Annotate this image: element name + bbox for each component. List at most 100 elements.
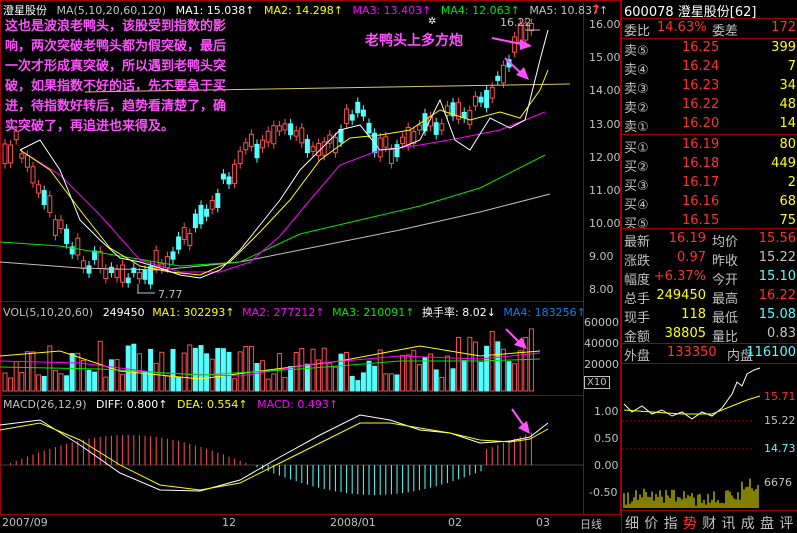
stat-row: 幅度 +6.37% 今开 15.10	[622, 268, 797, 288]
annotation-line: 一次才形成真突破，所以遇到老鸭头突	[5, 59, 227, 74]
bid-volume: 2	[787, 175, 796, 190]
annotation-text: 这也是波浪老鸭头，该股受到指数的影 响，两次突破老鸭头都为假突破，最后 一次才形…	[5, 17, 317, 137]
stat-value: 16.22	[758, 288, 796, 303]
x-axis: 2007/09 12 2008/01 02 03 日线	[0, 515, 621, 532]
bid-label: 买③	[624, 179, 649, 194]
ask-label: 卖⑤	[624, 44, 649, 59]
low-mark-label: 7.77	[158, 288, 183, 301]
stat-row: 总手 249450 最高 16.22	[622, 287, 797, 307]
ask-volume: 48	[779, 97, 796, 112]
weicha-label: 委差	[712, 24, 739, 39]
annotation-line: 这也是波浪老鸭头，该股受到指数的影	[5, 19, 227, 34]
x-label: 03	[536, 516, 550, 529]
inner-value: 116100	[746, 345, 796, 360]
annotation-line: 进，待指数好转后，趋势看清楚了，确	[5, 99, 227, 114]
bid-volume: 75	[779, 213, 796, 228]
stat-row: 涨跌 0.97 昨收 15.22	[622, 249, 797, 269]
stat-value: 249450	[656, 288, 706, 303]
stat-value: 0.83	[767, 326, 796, 341]
ma5-line	[0, 193, 551, 271]
y-tick: 11.00	[589, 184, 621, 197]
bid-price: 16.15	[682, 213, 720, 228]
up-arrow-icon[interactable]: ↑	[591, 2, 601, 16]
y-tick: 10.00	[589, 217, 621, 230]
annotation-line: 实突破了，再追进也来得及。	[5, 119, 175, 134]
stat-label: 总手	[624, 292, 651, 307]
stat-row: 现手 118 最低 15.08	[622, 306, 797, 326]
y-tick: 16.00	[589, 18, 621, 31]
x-label: 12	[222, 516, 236, 529]
tab-7[interactable]: 盘	[760, 513, 774, 533]
x-label: 2007/09	[2, 516, 48, 529]
stat-value: 16.19	[668, 231, 706, 246]
mini-y-bot: 14.73	[764, 442, 796, 455]
macd-chart	[0, 408, 584, 495]
bid-volume: 449	[771, 156, 796, 171]
weicha-value: 172	[771, 20, 796, 35]
bid-row[interactable]: 买① 16.19 80	[622, 136, 797, 156]
stat-label: 幅度	[624, 273, 651, 288]
x-label: 02	[448, 516, 462, 529]
bid-row[interactable]: 买④ 16.16 68	[622, 193, 797, 213]
ask-row[interactable]: 卖④ 16.24 7	[622, 58, 797, 78]
bid-label: 买④	[624, 198, 649, 213]
stat-label: 昨收	[712, 254, 739, 269]
ask-row[interactable]: 卖① 16.20 14	[622, 115, 797, 135]
tab-1[interactable]: 价	[644, 513, 658, 533]
outer-value: 133350	[667, 345, 717, 360]
bid-price: 16.17	[682, 175, 720, 190]
ask-label: 卖②	[624, 101, 649, 116]
stat-label: 最低	[712, 311, 739, 326]
ask-row[interactable]: 卖⑤ 16.25 399	[622, 39, 797, 59]
high-mark-label: 16.22	[500, 16, 532, 29]
outer-inner-row: 外盘 133350 内盘 116100	[622, 344, 797, 364]
vol-unit-label: X10	[584, 376, 610, 389]
tab-6[interactable]: 成	[741, 513, 755, 533]
stat-value: +6.37%	[653, 269, 706, 284]
weibi-label: 委比	[624, 24, 651, 39]
ask-row[interactable]: 卖③ 16.23 34	[622, 77, 797, 97]
bid-price: 16.16	[682, 194, 720, 209]
tab-3[interactable]: 势	[683, 513, 697, 533]
stat-value: 118	[681, 307, 706, 322]
stat-value: 15.56	[758, 231, 796, 246]
ask-price: 16.22	[682, 97, 720, 112]
tab-0[interactable]: 细	[625, 513, 639, 533]
stat-value: 0.97	[677, 250, 706, 265]
bid-volume: 68	[779, 194, 796, 209]
ask-volume: 7	[787, 59, 796, 74]
indicator-icon: ✲	[428, 16, 436, 27]
y-tick: 12.00	[589, 151, 621, 164]
stat-value: 15.10	[758, 269, 796, 284]
ask-price: 16.25	[682, 40, 720, 55]
period-label[interactable]: 日线	[580, 516, 602, 532]
stat-row: 金额 38805 量比 0.83	[622, 325, 797, 345]
tab-4[interactable]: 财	[702, 513, 716, 533]
macd-y-tick: 0.50	[594, 432, 619, 445]
bid-row[interactable]: 买③ 16.17 2	[622, 174, 797, 194]
macd-y-tick: 0.00	[594, 459, 619, 472]
bid-row[interactable]: 买② 16.18 449	[622, 155, 797, 175]
tab-5[interactable]: 讯	[722, 513, 736, 533]
weibi-row: 委比 14.63% 委差 172	[622, 19, 797, 39]
vol-y-tick: 20000	[584, 358, 619, 371]
ask-row[interactable]: 卖② 16.22 48	[622, 96, 797, 116]
tab-2[interactable]: 指	[664, 513, 678, 533]
bottom-tabs: 细价指势财讯成盘评	[622, 510, 797, 533]
stat-label: 现手	[624, 311, 651, 326]
ask-price: 16.20	[682, 116, 720, 131]
y-tick: 13.00	[589, 118, 621, 131]
ask-label: 卖①	[624, 120, 649, 135]
stat-value: 38805	[664, 326, 706, 341]
annotation-line: 破，如果指数不好的话，先不要急于买	[5, 79, 227, 94]
tab-8[interactable]: 评	[779, 513, 793, 533]
volume-bars	[0, 328, 541, 392]
macd-y-tick: 1.00	[594, 405, 619, 418]
macd-y-tick: -0.50	[589, 486, 618, 499]
quote-panel: 600078 澄星股份[62] 委比 14.63% 委差 172 卖⑤ 16.25…	[621, 0, 797, 532]
mini-y-mid: 15.22	[764, 414, 796, 427]
bid-label: 买②	[624, 160, 649, 175]
ask-volume: 14	[779, 116, 796, 131]
arrow-annotation: 老鸭头上多方炮	[365, 33, 463, 49]
stat-label: 最新	[624, 235, 651, 250]
